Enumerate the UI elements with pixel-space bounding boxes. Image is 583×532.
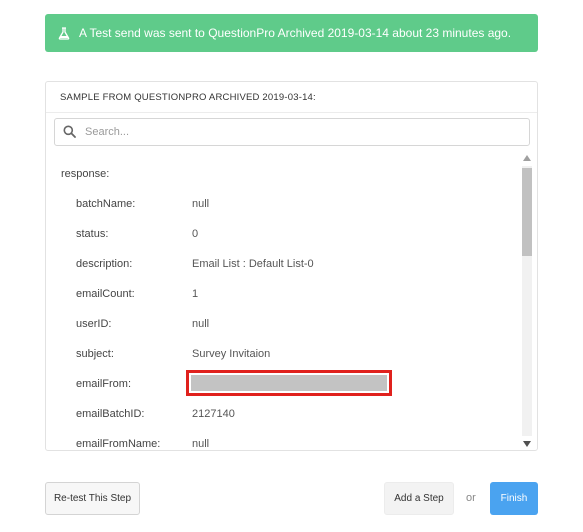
field-row: emailBatchID: 2127140 — [46, 408, 516, 428]
add-step-button[interactable]: Add a Step — [384, 482, 454, 515]
success-banner: A Test send was sent to QuestionPro Arch… — [45, 14, 538, 52]
sample-data-list[interactable]: response: batchName: null status: 0 desc… — [46, 152, 521, 450]
field-key: emailFrom: — [76, 378, 132, 390]
field-value: null — [192, 438, 210, 450]
scroll-thumb[interactable] — [522, 168, 532, 256]
field-value: Email List : Default List-0 — [192, 258, 314, 270]
panel-divider — [46, 112, 537, 113]
field-row: batchName: null — [46, 198, 516, 218]
field-value: 0 — [192, 228, 199, 240]
field-key: emailFromName: — [76, 438, 161, 450]
field-value: 2127140 — [192, 408, 235, 420]
field-row: emailFromName: null — [46, 438, 516, 450]
search-box[interactable] — [54, 118, 530, 146]
vertical-scrollbar[interactable] — [521, 152, 533, 450]
flask-icon — [57, 26, 71, 40]
field-value: Survey Invitaion — [192, 348, 271, 360]
page: A Test send was sent to QuestionPro Arch… — [0, 0, 583, 532]
search-input[interactable] — [83, 125, 507, 139]
field-value: null — [192, 198, 210, 210]
redaction-mask — [191, 375, 387, 391]
field-row: userID: null — [46, 318, 516, 338]
field-key: batchName: — [76, 198, 136, 210]
field-key: subject: — [76, 348, 114, 360]
field-row: emailCount: 1 — [46, 288, 516, 308]
root-key: response: — [61, 168, 110, 180]
field-row: emailFrom: — [46, 370, 516, 398]
field-value: 1 — [192, 288, 199, 300]
field-row: status: 0 — [46, 228, 516, 248]
redacted-value — [186, 370, 392, 396]
search-icon — [63, 125, 77, 139]
finish-button[interactable]: Finish — [490, 482, 538, 515]
field-row: subject: Survey Invitaion — [46, 348, 516, 368]
field-key: emailCount: — [76, 288, 135, 300]
panel-title: SAMPLE FROM QUESTIONPRO ARCHIVED 2019-03… — [60, 92, 316, 103]
or-separator: or — [466, 492, 476, 504]
scroll-down-arrow-icon[interactable] — [521, 438, 533, 450]
retest-step-button[interactable]: Re-test This Step — [45, 482, 140, 515]
field-key: userID: — [76, 318, 112, 330]
sample-panel: SAMPLE FROM QUESTIONPRO ARCHIVED 2019-03… — [45, 81, 538, 451]
banner-message: A Test send was sent to QuestionPro Arch… — [79, 26, 512, 40]
field-value: null — [192, 318, 210, 330]
field-key: description: — [76, 258, 133, 270]
scroll-up-arrow-icon[interactable] — [521, 152, 533, 164]
field-row: description: Email List : Default List-0 — [46, 258, 516, 278]
field-key: status: — [76, 228, 109, 240]
field-key: emailBatchID: — [76, 408, 145, 420]
